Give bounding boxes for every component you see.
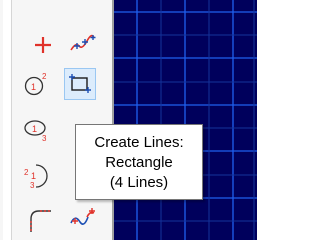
sketch-grid xyxy=(114,0,257,240)
toolbox-edge xyxy=(3,0,12,240)
sketch-viewport[interactable] xyxy=(112,0,257,240)
svg-text:3: 3 xyxy=(42,134,47,141)
create-ellipse-icon: 1 3 xyxy=(24,120,47,141)
tooltip-line-2: Rectangle xyxy=(105,154,173,171)
svg-text:1: 1 xyxy=(31,82,36,92)
create-point-icon xyxy=(35,37,51,53)
create-rectangle-icon xyxy=(69,74,91,93)
create-rectangle-button[interactable] xyxy=(64,68,96,100)
create-circle-icon: 1 2 xyxy=(24,72,47,96)
tooltip-line-3: (4 Lines) xyxy=(109,174,169,191)
create-fillet-button[interactable] xyxy=(24,203,56,235)
create-arc-icon: 2 1 3 xyxy=(24,164,48,190)
create-circle-button[interactable]: 1 2 xyxy=(20,68,52,100)
create-fillet-icon xyxy=(30,210,51,232)
create-spline-icon xyxy=(70,34,96,51)
svg-text:2: 2 xyxy=(24,168,29,177)
create-point-button[interactable] xyxy=(27,29,59,61)
svg-text:1: 1 xyxy=(31,171,36,181)
create-ellipse-button[interactable]: 1 3 xyxy=(20,112,52,144)
create-connected-spline-icon xyxy=(70,208,95,225)
create-arc-button[interactable]: 2 1 3 xyxy=(20,160,52,192)
tooltip-line-1: Create Lines: xyxy=(94,134,184,151)
create-connected-spline-button[interactable] xyxy=(66,203,98,235)
svg-text:1: 1 xyxy=(32,124,37,134)
svg-text:3: 3 xyxy=(30,181,35,190)
sketch-toolbox: 1 2 1 3 2 1 3 xyxy=(0,0,112,240)
svg-text:2: 2 xyxy=(42,72,47,81)
tooltip: Create Lines: Rectangle (4 Lines) xyxy=(75,124,203,200)
create-spline-button[interactable] xyxy=(67,28,99,60)
